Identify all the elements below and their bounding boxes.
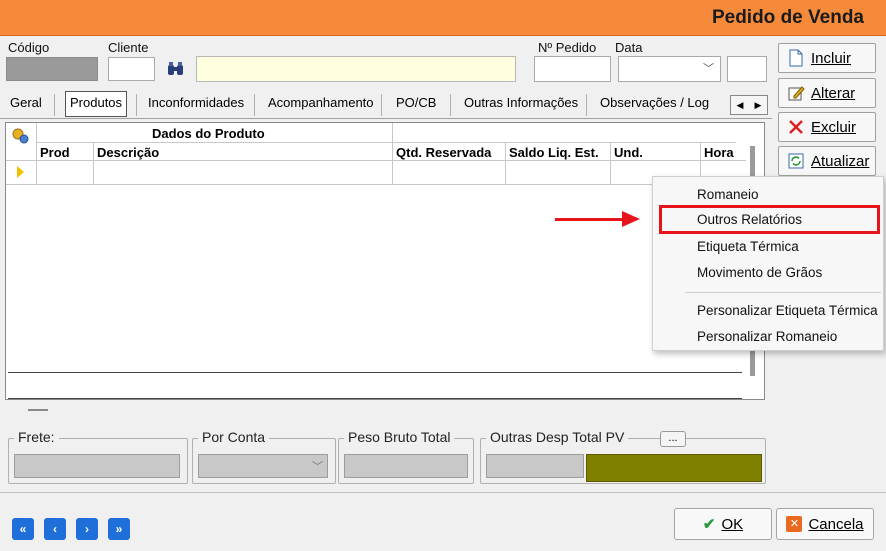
chevron-down-icon[interactable]: ﹀ <box>312 458 323 474</box>
menu-item-movimento-graos[interactable]: Movimento de Grãos <box>697 265 822 280</box>
horizontal-scrollbar[interactable] <box>28 409 48 411</box>
column-header-prod[interactable]: Prod <box>40 145 70 160</box>
grid-line <box>610 142 611 185</box>
tab-inconformidades[interactable]: Inconformidades <box>144 92 248 116</box>
column-header-qtd-reservada[interactable]: Qtd. Reservada <box>396 145 491 160</box>
grid-settings-icon[interactable] <box>10 126 32 146</box>
total-pv-field <box>586 454 762 482</box>
title-bar: Pedido de Venda <box>0 0 886 36</box>
data-field[interactable]: ﹀ <box>618 56 721 82</box>
peso-bruto-label: Peso Bruto Total <box>344 429 455 445</box>
menu-item-romaneio[interactable]: Romaneio <box>697 187 759 202</box>
grid-line <box>6 184 746 185</box>
tab-scroll-arrows[interactable]: ◀ ▶ <box>730 95 768 115</box>
outras-desp-button[interactable]: ... <box>660 431 686 447</box>
last-record-icon[interactable]: » <box>108 518 130 540</box>
por-conta-select[interactable]: ﹀ <box>198 454 328 478</box>
pencil-icon <box>787 84 805 102</box>
products-grid[interactable] <box>5 122 765 400</box>
atualizar-button[interactable]: Atualizar <box>778 146 876 176</box>
frete-label: Frete: <box>14 429 59 445</box>
tab-divider <box>381 94 382 116</box>
cancel-icon: ✕ <box>786 516 803 532</box>
alterar-label: Alterar <box>811 84 856 102</box>
cliente-name-field[interactable] <box>196 56 516 82</box>
excluir-label: Excluir <box>811 118 857 136</box>
arrow-right-icon[interactable]: ▶ <box>749 96 767 114</box>
tab-observacoes-log[interactable]: Observações / Log <box>596 92 713 116</box>
grid-line <box>505 142 506 185</box>
tab-po-cb[interactable]: PO/CB <box>392 92 440 116</box>
outras-desp-field[interactable] <box>486 454 584 478</box>
grid-line <box>6 160 746 161</box>
binoculars-icon[interactable] <box>165 59 187 79</box>
grid-line <box>36 142 736 143</box>
num-pedido-field[interactable] <box>534 56 611 82</box>
x-icon <box>787 118 805 136</box>
tab-divider <box>586 94 587 116</box>
next-record-icon[interactable]: › <box>76 518 98 540</box>
previous-record-icon[interactable]: ‹ <box>44 518 66 540</box>
ok-button[interactable]: ✔ OK <box>674 508 772 540</box>
grid-line <box>36 123 37 185</box>
peso-bruto-field[interactable] <box>344 454 468 478</box>
cliente-code-field[interactable] <box>108 57 155 81</box>
grid-line <box>392 123 393 185</box>
por-conta-label: Por Conta <box>198 429 270 445</box>
checkmark-icon: ✔ <box>702 516 716 533</box>
menu-separator <box>685 292 881 293</box>
cancelar-button[interactable]: ✕ Cancela <box>776 508 874 540</box>
cliente-label: Cliente <box>108 40 149 55</box>
tab-divider <box>450 94 451 116</box>
menu-item-personalizar-etiqueta[interactable]: Personalizar Etiqueta Térmica <box>697 303 878 318</box>
column-header-saldo-liq[interactable]: Saldo Liq. Est. <box>509 145 599 160</box>
num-pedido-label: Nº Pedido <box>538 40 597 55</box>
menu-item-etiqueta-termica[interactable]: Etiqueta Térmica <box>697 239 799 254</box>
column-header-hora[interactable]: Hora <box>704 145 744 160</box>
data-label: Data <box>615 40 643 55</box>
arrow-left-icon[interactable]: ◀ <box>731 96 749 114</box>
frete-field[interactable] <box>14 454 180 478</box>
menu-item-personalizar-romaneio[interactable]: Personalizar Romaneio <box>697 329 837 344</box>
grid-line <box>93 142 94 185</box>
refresh-icon <box>787 152 805 170</box>
first-record-icon[interactable]: « <box>12 518 34 540</box>
tab-divider <box>136 94 137 116</box>
column-header-und[interactable]: Und. <box>614 145 643 160</box>
tab-geral[interactable]: Geral <box>6 92 46 116</box>
grid-group-header: Dados do Produto <box>152 126 265 141</box>
highlight-box <box>659 205 880 234</box>
tab-acompanhamento[interactable]: Acompanhamento <box>264 92 378 116</box>
document-icon <box>787 49 805 67</box>
tab-divider <box>254 94 255 116</box>
atualizar-label: Atualizar <box>811 152 870 170</box>
incluir-label: Incluir <box>811 49 852 67</box>
window-title: Pedido de Venda <box>711 7 864 28</box>
annotation-arrow <box>555 218 627 221</box>
grid-divider <box>8 372 742 373</box>
excluir-button[interactable]: Excluir <box>778 112 876 142</box>
tab-divider <box>54 94 55 116</box>
ok-label: OK <box>721 515 744 533</box>
row-pointer-icon <box>17 166 24 178</box>
chevron-down-icon[interactable]: ﹀ <box>703 60 714 76</box>
cancelar-label: Cancela <box>808 515 864 533</box>
extra-field[interactable] <box>727 56 767 82</box>
column-header-descricao[interactable]: Descrição <box>97 145 159 160</box>
outras-desp-label: Outras Desp Total PV <box>486 429 629 445</box>
context-menu: Romaneio Outros Relatórios Etiqueta Térm… <box>652 176 884 351</box>
arrow-right-icon <box>622 211 640 227</box>
codigo-field[interactable] <box>6 57 98 81</box>
codigo-label: Código <box>8 40 50 55</box>
grid-divider <box>8 398 742 399</box>
alterar-button[interactable]: Alterar <box>778 78 876 108</box>
tab-produtos[interactable]: Produtos <box>65 91 128 117</box>
tab-outras-informacoes[interactable]: Outras Informações <box>460 92 582 116</box>
incluir-button[interactable]: Incluir <box>778 43 876 73</box>
